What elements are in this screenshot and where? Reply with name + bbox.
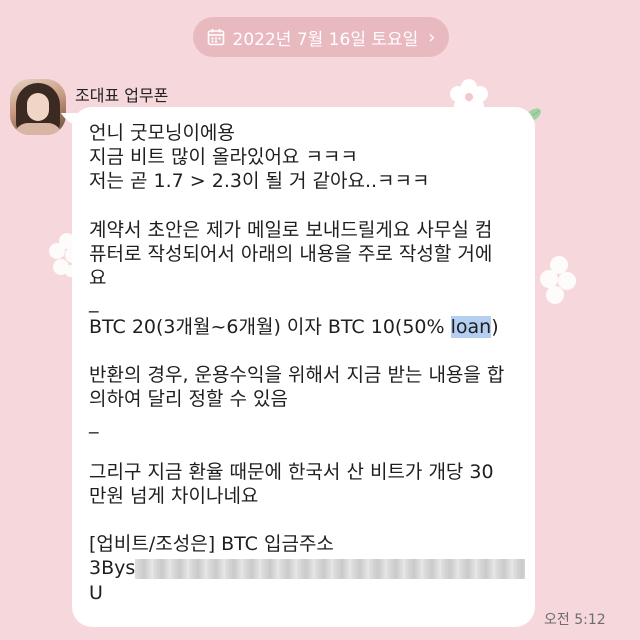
flower-icon [540,256,576,304]
message-line [89,339,519,363]
btc-terms-text: BTC 20(3개월~6개월) 이자 BTC 10(50% [89,315,451,338]
calendar-icon [207,29,224,46]
address-line: 3Bys [89,556,526,580]
message-line: 만원 넘게 차이나네요 [89,484,259,507]
message-line: 반환의 경우, 운용수익을 위해서 지금 받는 내용을 합 [89,363,505,386]
message-line: _ [89,412,99,435]
message-line: 언니 굿모닝이에용 [89,122,235,144]
message-line: 퓨터로 작성되어서 아래의 내용을 주로 작성할 거에 [89,242,493,265]
message-line: 그리구 지금 환율 때문에 한국서 산 비트가 개당 30 [89,460,494,483]
avatar[interactable] [10,79,66,135]
message-line [89,194,519,218]
message-bubble[interactable]: 언니 굿모닝이에용 지금 비트 많이 올라있어요 ㅋㅋㅋ 저는 곧 1.7 > … [60,107,535,627]
message-line: 저는 곧 1.7 > 2.3이 될 거 같아요..ㅋㅋㅋ [89,170,430,193]
message-line: 요 [89,267,107,290]
message-line [89,435,519,459]
date-divider[interactable]: 2022년 7월 16일 토요일 › [193,17,449,57]
btc-terms-close: ) [491,315,499,338]
message-timestamp: 오전 5:12 [544,612,606,628]
message-line: _ [89,291,99,314]
redacted-address [135,558,526,579]
message-line: [업비트/조성은] BTC 입금주소 [89,533,334,556]
message-line: 지금 비트 많이 올라있어요 ㅋㅋㅋ [89,146,358,169]
sender-name: 조대표 업무폰 [75,86,169,105]
btc-terms-line: BTC 20(3개월~6개월) 이자 BTC 10(50% loan) [89,315,519,339]
message-line: 의하여 달리 정할 수 있음 [89,388,288,411]
address-prefix: 3Bys [89,557,136,580]
message-line: 계약서 초안은 제가 메일로 보내드릴게요 사무실 컴 [89,218,493,241]
date-label: 2022년 7월 16일 토요일 [232,29,419,50]
selected-text-highlight: loan [450,315,492,338]
message-line: U [89,581,103,604]
chevron-right-icon: › [428,26,436,48]
message-line [89,508,519,532]
